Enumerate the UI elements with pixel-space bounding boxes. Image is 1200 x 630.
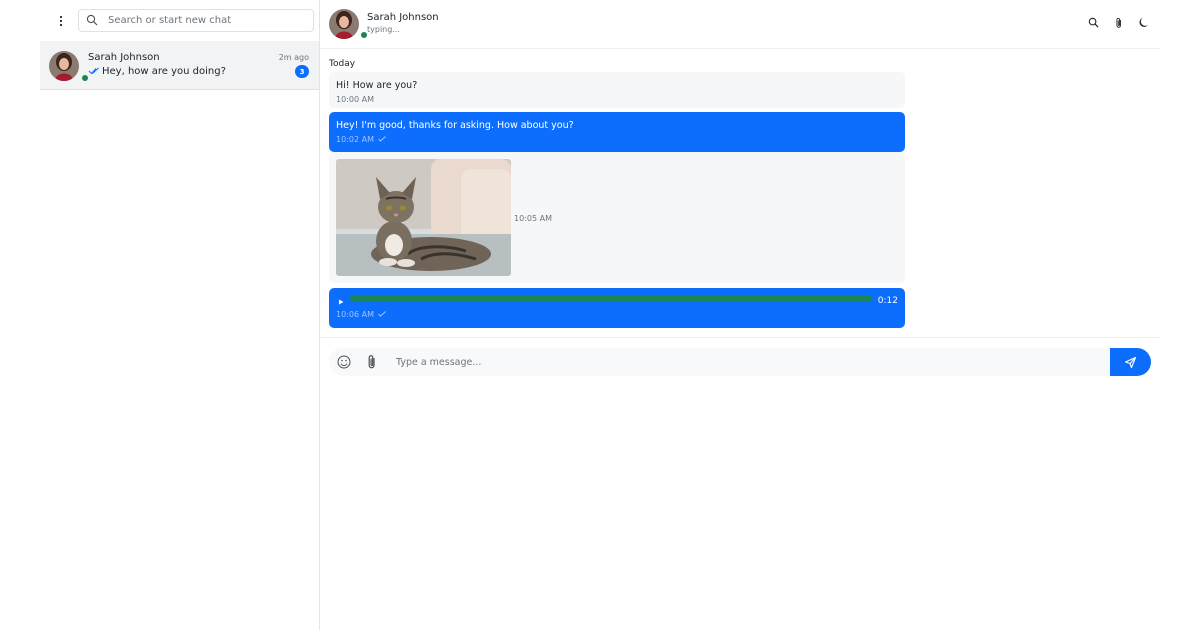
send-icon bbox=[1124, 356, 1137, 368]
message-time: 10:06 AM bbox=[336, 310, 374, 319]
search-input[interactable] bbox=[79, 10, 313, 31]
menu-button[interactable] bbox=[44, 4, 78, 38]
message-text: Hi! How are you? bbox=[336, 80, 418, 91]
chat-header: Sarah Johnson typing... bbox=[320, 0, 1160, 49]
attach-button[interactable] bbox=[1112, 15, 1125, 30]
paperclip-icon[interactable] bbox=[365, 354, 379, 370]
incoming-message-bubble: Hi! How are you? 10:00 AM bbox=[329, 72, 905, 108]
chat-list-item[interactable]: Sarah Johnson 2m ago Hey, how are you do… bbox=[40, 41, 319, 90]
emoji-icon[interactable] bbox=[336, 354, 352, 370]
message-time: 10:00 AM bbox=[336, 95, 374, 104]
message-time: 10:02 AM bbox=[336, 135, 374, 144]
search-button[interactable] bbox=[1087, 15, 1100, 30]
search-icon bbox=[1088, 17, 1099, 28]
typing-status: typing... bbox=[367, 25, 400, 34]
read-check-icon bbox=[88, 67, 99, 75]
avatar[interactable] bbox=[329, 9, 359, 39]
cat-photo[interactable] bbox=[336, 159, 511, 276]
kebab-menu-icon bbox=[59, 15, 63, 26]
message-input[interactable] bbox=[386, 348, 1109, 376]
moon-icon bbox=[1139, 17, 1149, 27]
chat-timestamp: 2m ago bbox=[278, 53, 309, 62]
message-time: 10:05 AM bbox=[514, 214, 552, 223]
audio-duration: 0:12 bbox=[877, 296, 898, 306]
send-button[interactable] bbox=[1110, 348, 1151, 376]
message-composer bbox=[320, 337, 1160, 384]
header-actions bbox=[1087, 15, 1150, 30]
sidebar-top-bar bbox=[40, 0, 319, 41]
chat-preview-text: Hey, how are you doing? bbox=[102, 66, 226, 77]
unread-badge: 3 bbox=[295, 65, 309, 78]
sent-check-icon bbox=[378, 311, 386, 317]
outgoing-message-bubble: Hey! I'm good, thanks for asking. How ab… bbox=[329, 112, 905, 152]
audio-progress-fill bbox=[350, 295, 872, 301]
paperclip-icon bbox=[1115, 17, 1121, 28]
avatar bbox=[49, 51, 79, 81]
chat-contact-name: Sarah Johnson bbox=[88, 52, 160, 63]
outgoing-audio-message: 0:12 10:06 AM bbox=[329, 288, 905, 328]
search-box bbox=[78, 9, 314, 32]
audio-progress-bar[interactable] bbox=[350, 295, 872, 301]
play-icon[interactable] bbox=[336, 297, 346, 307]
contact-name: Sarah Johnson bbox=[367, 12, 439, 23]
message-text: Hey! I'm good, thanks for asking. How ab… bbox=[336, 120, 574, 131]
date-divider: Today bbox=[329, 59, 356, 69]
incoming-image-message: 10:05 AM bbox=[329, 152, 905, 283]
dark-mode-toggle[interactable] bbox=[1137, 15, 1150, 30]
search-icon bbox=[86, 14, 98, 26]
sent-check-icon bbox=[378, 136, 386, 142]
online-status-dot bbox=[82, 75, 88, 81]
chat-panel: Sarah Johnson typing... Today Hi! How ar… bbox=[320, 0, 1160, 630]
chat-list-sidebar: Sarah Johnson 2m ago Hey, how are you do… bbox=[40, 0, 320, 630]
composer-box bbox=[329, 348, 1151, 376]
